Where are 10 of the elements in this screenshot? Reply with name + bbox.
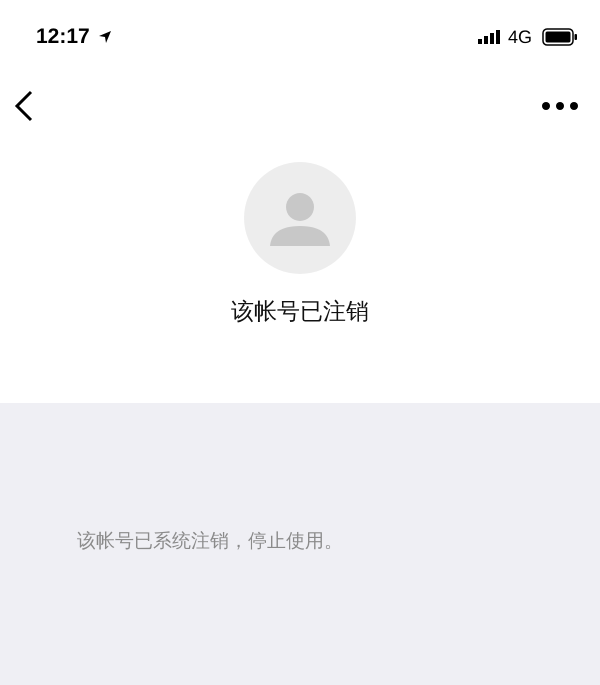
location-arrow-icon [98,30,112,44]
account-name: 该帐号已注销 [231,298,369,327]
network-label: 4G [508,26,532,48]
signal-icon [478,30,500,44]
battery-icon [542,28,578,46]
back-icon[interactable] [14,90,34,122]
avatar-icon [244,162,356,274]
status-time: 12:17 [36,25,90,49]
more-icon[interactable] [542,102,578,110]
notice-text: 该帐号已系统注销，停止使用。 [77,529,344,554]
